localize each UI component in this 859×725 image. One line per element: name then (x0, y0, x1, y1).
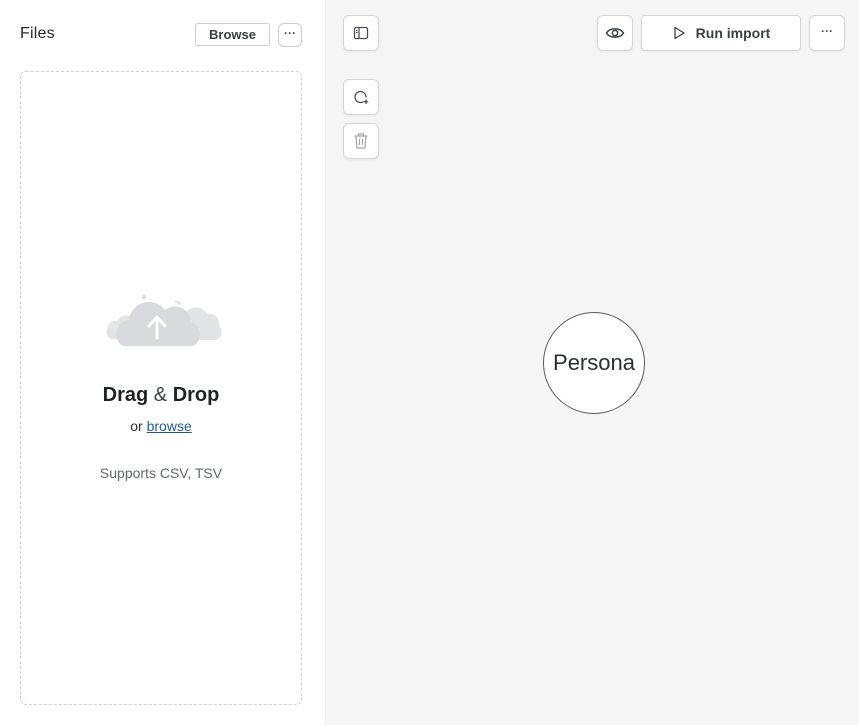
node-label: Persona (553, 350, 635, 375)
preview-button[interactable] (597, 15, 633, 51)
more-icon: ··· (821, 23, 833, 38)
delete-button[interactable] (343, 123, 379, 159)
run-import-button[interactable]: Run import (641, 15, 801, 51)
run-import-label: Run import (695, 25, 771, 41)
trash-icon (354, 133, 368, 149)
files-panel: Files Browse ··· Drag & Drop or browse S… (0, 0, 326, 725)
more-icon: ··· (284, 25, 296, 40)
add-circle-icon (354, 90, 369, 104)
browse-link[interactable]: browse (147, 418, 192, 434)
graph-node[interactable]: Persona (543, 312, 645, 414)
files-panel-title: Files (20, 25, 55, 42)
add-node-button[interactable] (343, 79, 379, 115)
eye-icon (605, 28, 625, 38)
canvas-more-button[interactable]: ··· (809, 15, 845, 51)
files-more-button[interactable]: ··· (278, 23, 302, 47)
drop-word: Drop (172, 384, 220, 406)
sidebar-toggle-icon (353, 26, 369, 40)
browse-hint: or browse (21, 418, 301, 434)
browse-button[interactable]: Browse (195, 23, 270, 46)
supported-formats: Supports CSV, TSV (99, 465, 223, 481)
file-dropzone[interactable]: Drag & Drop or browse Supports CSV, TSV (20, 71, 302, 705)
or-text: or (130, 418, 147, 434)
drag-drop-title: Drag & Drop (21, 384, 301, 407)
cloud-upload-icon (106, 294, 221, 346)
toggle-panel-button[interactable] (343, 15, 379, 51)
drag-word: Drag (102, 384, 149, 406)
graph-canvas[interactable]: Run import ··· Persona (327, 0, 859, 725)
ampersand: & (153, 384, 168, 406)
play-icon (674, 26, 685, 40)
